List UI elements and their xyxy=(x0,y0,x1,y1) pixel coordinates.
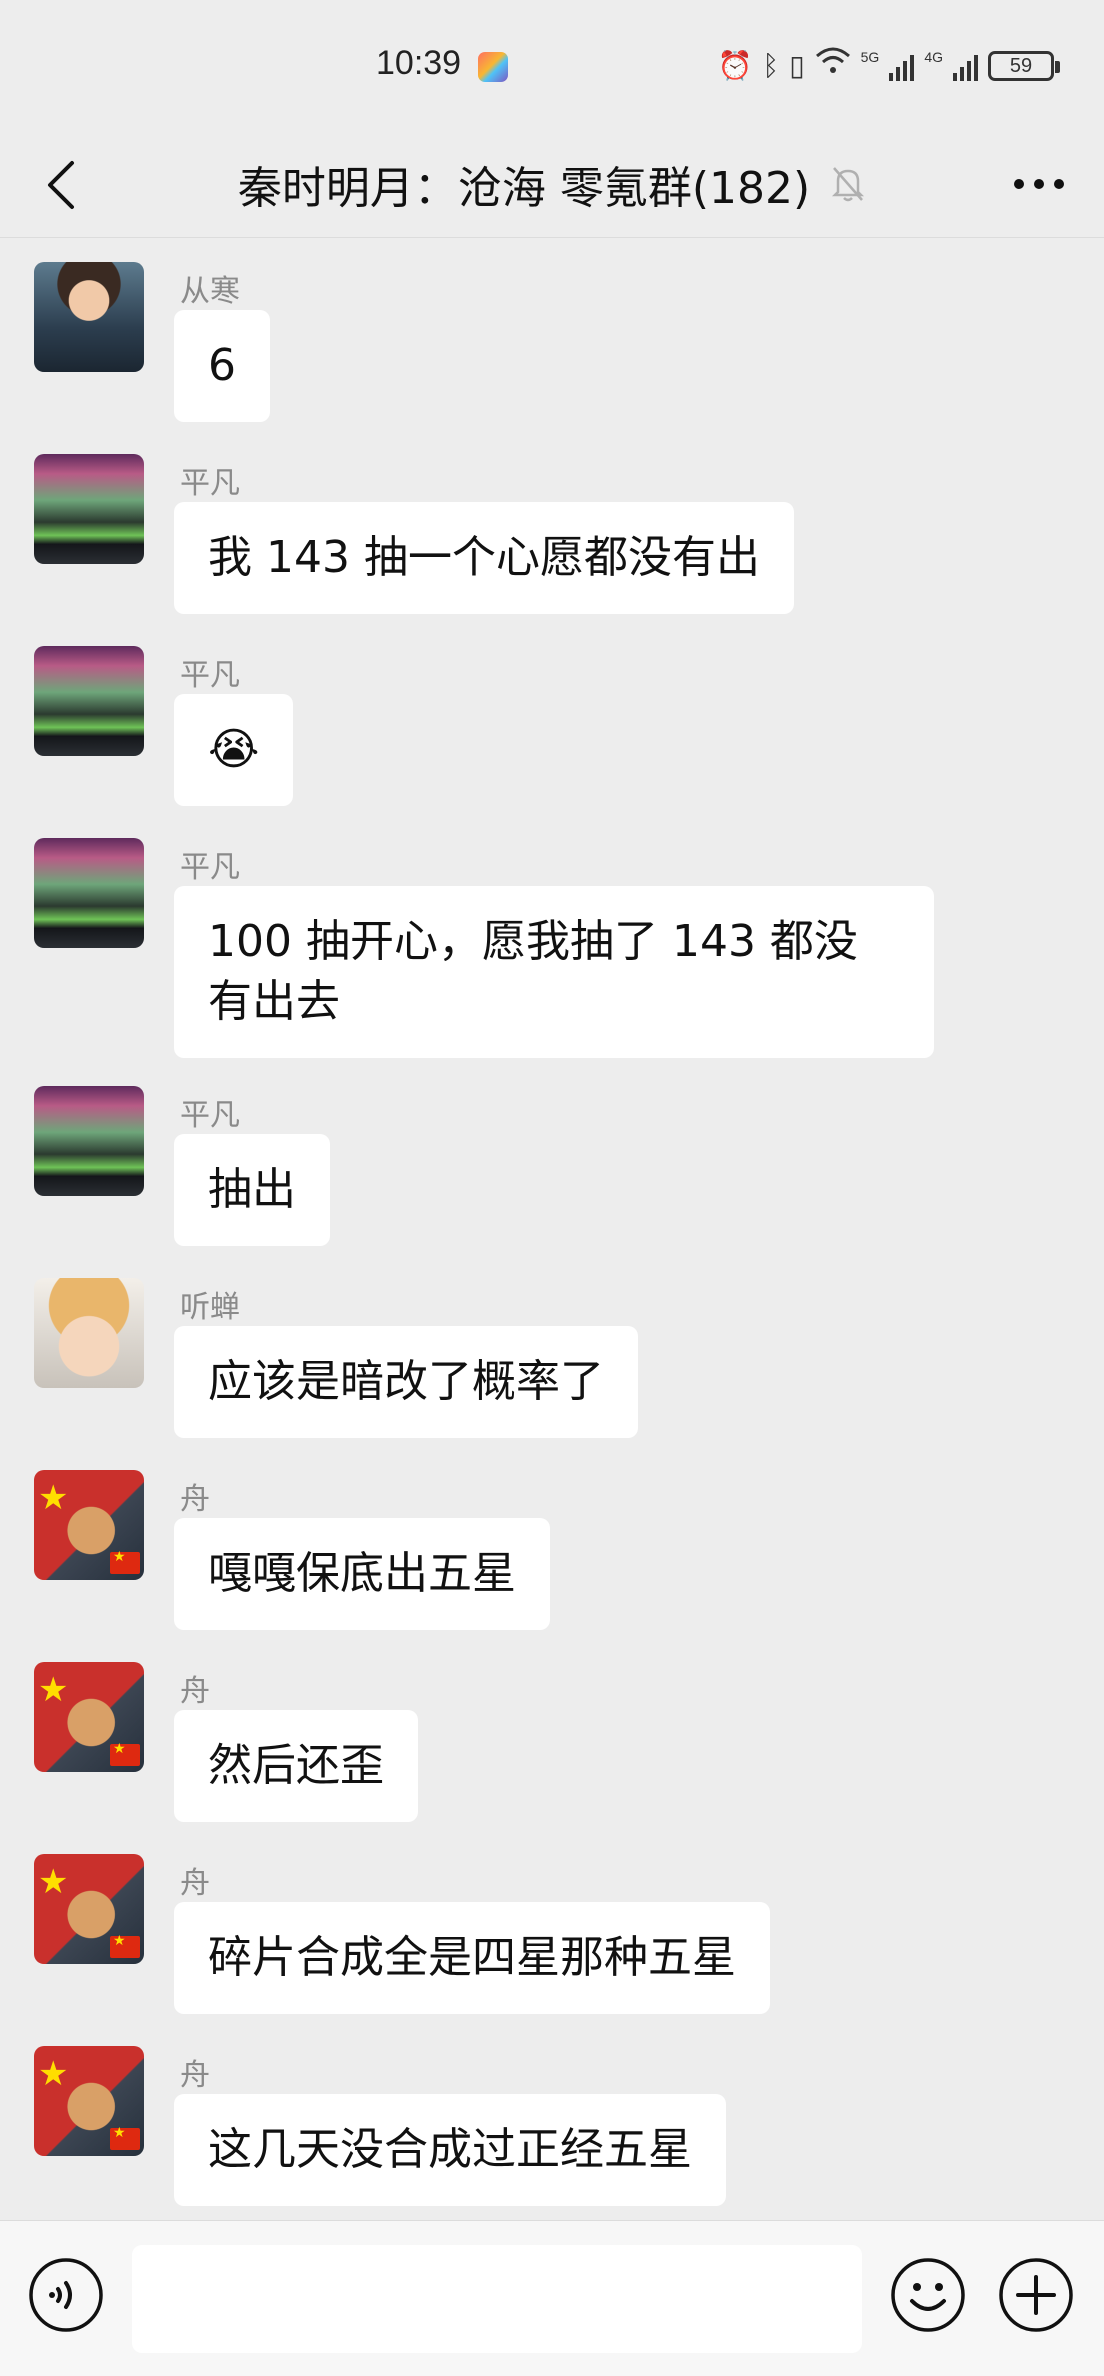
avatar[interactable]: ★ xyxy=(34,1662,144,1772)
flag-icon xyxy=(110,2125,140,2150)
message-item: 平凡 100 抽开心，愿我抽了 143 都没有出去 xyxy=(0,838,1104,1058)
avatar[interactable] xyxy=(34,454,144,564)
sender-name: 从寒 xyxy=(180,274,240,309)
battery-icon: 59 xyxy=(988,51,1060,81)
message-item: 平凡 😭 xyxy=(0,646,1104,806)
avatar[interactable]: ★ xyxy=(34,2046,144,2156)
sender-name: 平凡 xyxy=(180,658,240,693)
more-icon xyxy=(1014,179,1064,189)
message-bubble[interactable]: 然后还歪 xyxy=(174,1710,418,1822)
avatar[interactable] xyxy=(34,262,144,372)
sender-name: 舟 xyxy=(180,1674,210,1709)
sender-name: 舟 xyxy=(180,1482,210,1517)
flag-icon xyxy=(110,1933,140,1958)
message-input[interactable] xyxy=(132,2245,862,2353)
input-bar xyxy=(0,2220,1104,2376)
emoji-icon xyxy=(891,2258,965,2332)
plus-icon xyxy=(999,2258,1073,2332)
message-item: 平凡 抽出 xyxy=(0,1086,1104,1246)
chat-title: 秦时明月：沧海 零氪群(182) xyxy=(237,163,811,214)
star-icon: ★ xyxy=(38,1478,69,1518)
emoji-button[interactable] xyxy=(890,2257,966,2333)
avatar[interactable]: ★ xyxy=(34,1854,144,1964)
chat-header: 秦时明月：沧海 零氪群(182) xyxy=(0,130,1104,238)
message-item: 听蝉 应该是暗改了概率了 xyxy=(0,1278,1104,1438)
avatar[interactable] xyxy=(34,1086,144,1196)
message-bubble[interactable]: 我 143 抽一个心愿都没有出 xyxy=(174,502,794,614)
message-item: ★ 舟 这几天没合成过正经五星 xyxy=(0,2046,1104,2206)
message-item: 从寒 6 xyxy=(0,262,1104,422)
flag-icon xyxy=(110,1549,140,1574)
message-bubble[interactable]: 100 抽开心，愿我抽了 143 都没有出去 xyxy=(174,886,934,1058)
sender-name: 听蝉 xyxy=(180,1290,240,1325)
star-icon: ★ xyxy=(38,2054,69,2094)
message-list[interactable]: 从寒 6 平凡 我 143 抽一个心愿都没有出 平凡 😭 平凡 100 抽开心，… xyxy=(0,238,1104,2220)
app-notification-icon xyxy=(478,52,508,82)
sender-name: 平凡 xyxy=(180,1098,240,1133)
voice-button[interactable] xyxy=(28,2257,104,2333)
message-bubble[interactable]: 抽出 xyxy=(174,1134,330,1246)
signal-bars-2-icon xyxy=(953,51,978,81)
sender-name: 平凡 xyxy=(180,850,240,885)
message-item: ★ 舟 嘎嘎保底出五星 xyxy=(0,1470,1104,1630)
message-bubble[interactable]: 这几天没合成过正经五星 xyxy=(174,2094,726,2206)
message-bubble[interactable]: 嘎嘎保底出五星 xyxy=(174,1518,550,1630)
message-bubble[interactable]: 碎片合成全是四星那种五星 xyxy=(174,1902,770,2014)
avatar[interactable] xyxy=(34,646,144,756)
chat-title-area: 秦时明月：沧海 零氪群(182) xyxy=(0,130,1104,238)
message-bubble[interactable]: 6 xyxy=(174,310,270,422)
message-bubble[interactable]: 应该是暗改了概率了 xyxy=(174,1326,638,1438)
avatar[interactable] xyxy=(34,1278,144,1388)
sender-name: 舟 xyxy=(180,1866,210,1901)
plus-button[interactable] xyxy=(998,2257,1074,2333)
avatar[interactable] xyxy=(34,838,144,948)
bluetooth-icon: ᛒ xyxy=(762,49,780,82)
voice-icon xyxy=(29,2258,103,2332)
status-bar: 10:39 ⏰ ᛒ ▯ 5G 4G 59 xyxy=(0,0,1104,130)
message-item: ★ 舟 碎片合成全是四星那种五星 xyxy=(0,1854,1104,2014)
star-icon: ★ xyxy=(38,1670,69,1710)
sender-name: 舟 xyxy=(180,2058,210,2093)
sender-name: 平凡 xyxy=(180,466,240,501)
network-type-2: 4G xyxy=(924,49,943,65)
mute-bell-icon xyxy=(830,164,866,204)
more-button[interactable] xyxy=(1004,154,1074,214)
message-item: ★ 舟 然后还歪 xyxy=(0,1662,1104,1822)
vibrate-icon: ▯ xyxy=(789,49,805,82)
signal-bars-1-icon xyxy=(889,51,915,81)
status-icons: ⏰ ᛒ ▯ 5G 4G 59 xyxy=(717,46,1060,87)
avatar[interactable]: ★ xyxy=(34,1470,144,1580)
alarm-icon: ⏰ xyxy=(717,49,753,82)
flag-icon xyxy=(110,1741,140,1766)
message-bubble[interactable]: 😭 xyxy=(174,694,294,806)
star-icon: ★ xyxy=(38,1862,69,1902)
message-item: 平凡 我 143 抽一个心愿都没有出 xyxy=(0,454,1104,614)
status-time: 10:39 xyxy=(376,44,462,82)
wifi-icon xyxy=(815,46,851,87)
network-type-1: 5G xyxy=(860,49,880,65)
